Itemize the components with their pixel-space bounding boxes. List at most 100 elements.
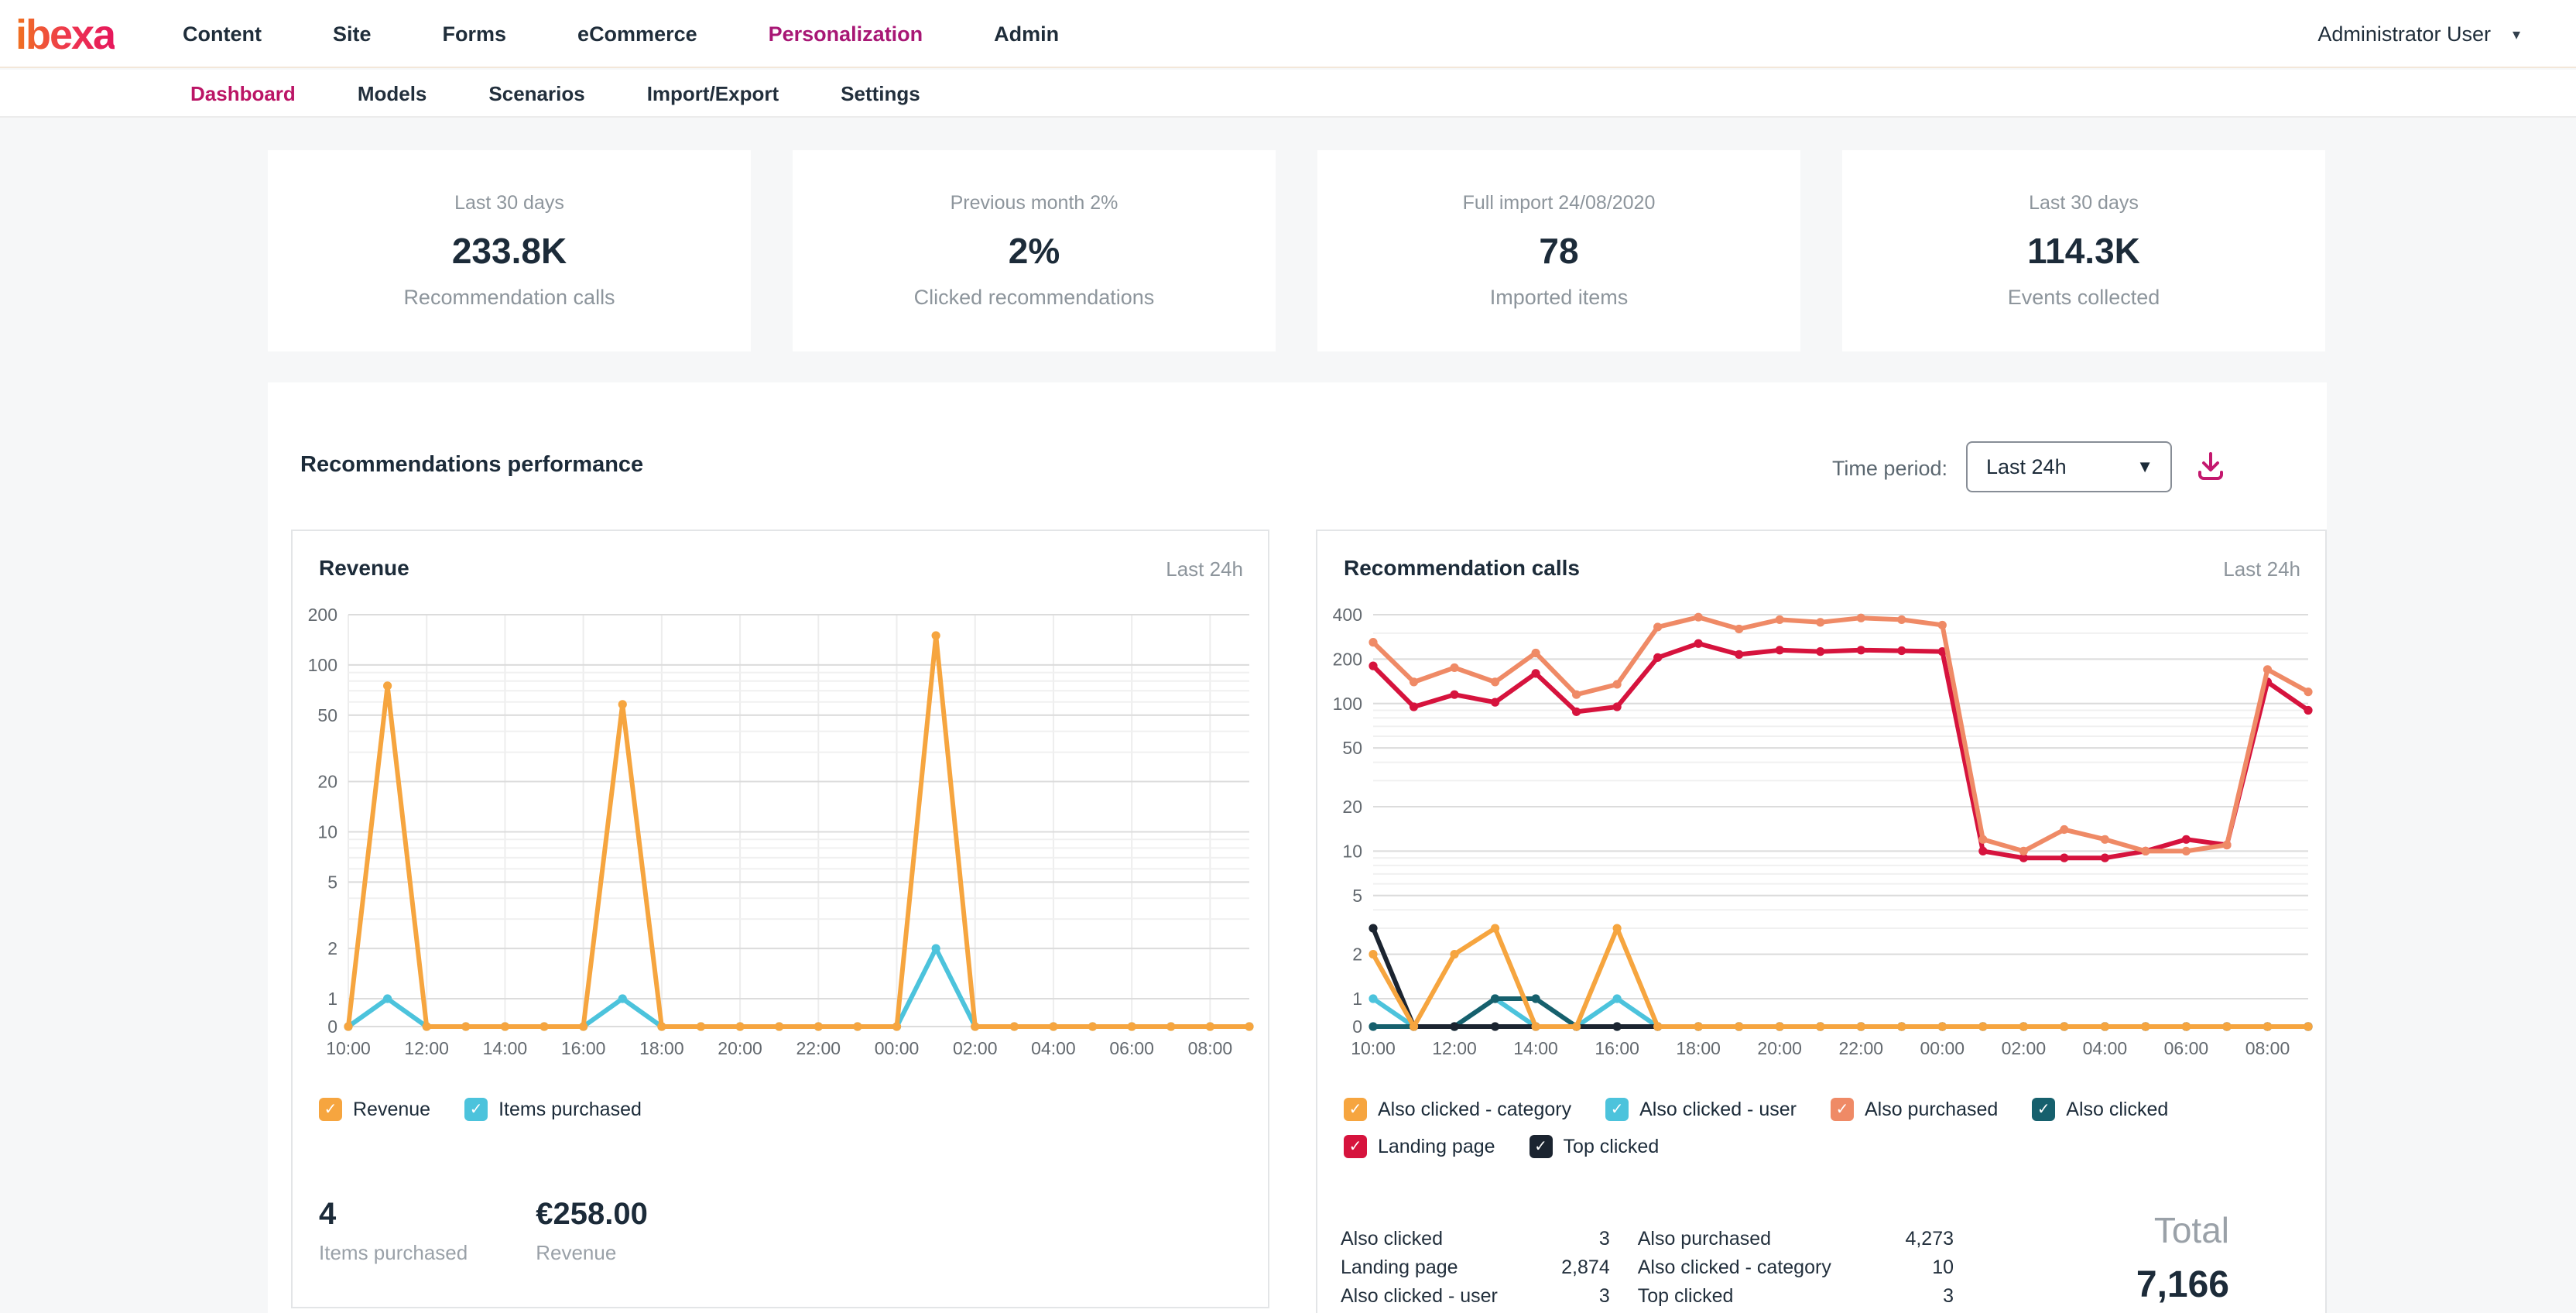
stat-card-imported-items: Full import 24/08/2020 78 Imported items: [1317, 150, 1800, 351]
tab-dashboard[interactable]: Dashboard: [190, 82, 296, 106]
table-row: Also clicked 3 Also purchased 4,273: [1341, 1225, 1975, 1253]
svg-text:14:00: 14:00: [1513, 1038, 1558, 1058]
nav-ecommerce[interactable]: eCommerce: [577, 22, 697, 46]
legend-revenue[interactable]: ✓ Revenue: [319, 1098, 430, 1121]
stat-metric-label: Imported items: [1490, 286, 1629, 310]
calls-total: Total 7,166: [2136, 1209, 2229, 1306]
svg-text:100: 100: [308, 655, 337, 675]
chart-period: Last 24h: [1166, 557, 1243, 581]
svg-text:18:00: 18:00: [639, 1038, 684, 1058]
revenue-line-chart: 200100502010521010:0012:0014:0016:0018:0…: [293, 599, 1271, 1079]
svg-text:0: 0: [1352, 1016, 1362, 1037]
nav-site[interactable]: Site: [333, 22, 372, 46]
stat-card-clicked-recommendations: Previous month 2% 2% Clicked recommendat…: [793, 150, 1276, 351]
svg-text:06:00: 06:00: [1109, 1038, 1154, 1058]
checkbox-checked-icon[interactable]: ✓: [1605, 1098, 1629, 1121]
stat-period-label: Full import 24/08/2020: [1463, 192, 1656, 214]
revenue-stat: €258.00 Revenue: [536, 1197, 648, 1265]
section-title: Recommendations performance: [300, 452, 643, 478]
svg-text:04:00: 04:00: [2083, 1038, 2128, 1058]
user-menu[interactable]: Administrator User ▾: [2317, 0, 2520, 68]
checkbox-checked-icon[interactable]: ✓: [319, 1098, 342, 1121]
svg-text:14:00: 14:00: [483, 1038, 528, 1058]
stat-metric-label: Events collected: [2008, 286, 2160, 310]
svg-text:22:00: 22:00: [1838, 1038, 1883, 1058]
tab-settings[interactable]: Settings: [841, 82, 920, 106]
checkbox-checked-icon[interactable]: ✓: [464, 1098, 488, 1121]
table-row: Also clicked - user 3 Top clicked 3: [1341, 1282, 1975, 1311]
svg-text:08:00: 08:00: [1188, 1038, 1233, 1058]
svg-text:12:00: 12:00: [404, 1038, 449, 1058]
recommendation-calls-chart-card: Recommendation calls Last 24h 4002001005…: [1316, 530, 2327, 1313]
tab-scenarios[interactable]: Scenarios: [488, 82, 584, 106]
svg-text:50: 50: [317, 705, 337, 725]
stat-period-label: Last 30 days: [454, 192, 564, 214]
legend-also-clicked[interactable]: ✓ Also clicked: [2032, 1098, 2168, 1121]
stat-card-events-collected: Last 30 days 114.3K Events collected: [1842, 150, 2325, 351]
svg-text:200: 200: [308, 605, 337, 625]
svg-text:08:00: 08:00: [2245, 1038, 2290, 1058]
svg-text:02:00: 02:00: [2002, 1038, 2047, 1058]
items-purchased-stat: 4 Items purchased: [319, 1197, 468, 1265]
svg-text:06:00: 06:00: [2164, 1038, 2209, 1058]
svg-text:12:00: 12:00: [1432, 1038, 1477, 1058]
checkbox-checked-icon[interactable]: ✓: [1344, 1098, 1367, 1121]
nav-content[interactable]: Content: [183, 22, 262, 46]
personalization-dashboard: ibexa Content Site Forms eCommerce Perso…: [0, 0, 2576, 1313]
svg-text:2: 2: [327, 938, 337, 958]
legend-landing-page[interactable]: ✓ Landing page: [1344, 1135, 1495, 1158]
svg-text:1: 1: [327, 989, 337, 1009]
calls-summary-table: Also clicked 3 Also purchased 4,273 Land…: [1341, 1225, 1975, 1311]
stat-metric-label: Clicked recommendations: [914, 286, 1155, 310]
stat-metric-label: Recommendation calls: [403, 286, 615, 310]
legend-items-purchased[interactable]: ✓ Items purchased: [464, 1098, 642, 1121]
checkbox-checked-icon[interactable]: ✓: [2032, 1098, 2055, 1121]
legend-also-purchased[interactable]: ✓ Also purchased: [1831, 1098, 1998, 1121]
download-icon[interactable]: [2194, 449, 2228, 483]
chevron-down-icon: ▾: [2513, 25, 2520, 44]
svg-text:5: 5: [1352, 886, 1362, 906]
ibexa-logo[interactable]: ibexa: [15, 11, 115, 59]
chart-period: Last 24h: [2223, 557, 2300, 581]
recommendations-performance-panel: Recommendations performance Time period:…: [268, 382, 2327, 1313]
legend-also-clicked-user[interactable]: ✓ Also clicked - user: [1605, 1098, 1797, 1121]
nav-forms[interactable]: Forms: [443, 22, 507, 46]
svg-text:400: 400: [1333, 605, 1362, 625]
legend-also-clicked-category[interactable]: ✓ Also clicked - category: [1344, 1098, 1571, 1121]
calls-legend-row1: ✓ Also clicked - category ✓ Also clicked…: [1344, 1098, 2168, 1121]
stat-value: 2%: [1009, 230, 1060, 272]
svg-text:20: 20: [317, 772, 337, 792]
recommendation-calls-line-chart: 400200100502010521010:0012:0014:0016:001…: [1317, 599, 2328, 1079]
stat-value: 114.3K: [2027, 230, 2140, 272]
svg-text:20:00: 20:00: [1757, 1038, 1802, 1058]
svg-text:10:00: 10:00: [326, 1038, 371, 1058]
svg-text:04:00: 04:00: [1031, 1038, 1076, 1058]
top-header: ibexa Content Site Forms eCommerce Perso…: [0, 0, 2576, 68]
stat-cards-row: Last 30 days 233.8K Recommendation calls…: [268, 150, 2327, 351]
svg-text:10:00: 10:00: [1351, 1038, 1396, 1058]
checkbox-checked-icon[interactable]: ✓: [1530, 1135, 1553, 1158]
stat-period-label: Last 30 days: [2029, 192, 2139, 214]
revenue-legend: ✓ Revenue ✓ Items purchased: [319, 1098, 642, 1121]
svg-text:10: 10: [1342, 841, 1362, 861]
nav-personalization[interactable]: Personalization: [769, 22, 923, 46]
main-nav: Content Site Forms eCommerce Personaliza…: [183, 0, 1059, 68]
tab-import-export[interactable]: Import/Export: [647, 82, 779, 106]
svg-text:20:00: 20:00: [718, 1038, 762, 1058]
stat-value: 78: [1539, 230, 1578, 272]
stat-card-recommendation-calls: Last 30 days 233.8K Recommendation calls: [268, 150, 751, 351]
time-period-select[interactable]: Last 24h: [1966, 441, 2172, 492]
nav-admin[interactable]: Admin: [994, 22, 1059, 46]
revenue-stats: 4 Items purchased €258.00 Revenue: [319, 1197, 648, 1265]
checkbox-checked-icon[interactable]: ✓: [1344, 1135, 1367, 1158]
tab-models[interactable]: Models: [358, 82, 427, 106]
svg-text:22:00: 22:00: [796, 1038, 841, 1058]
svg-text:50: 50: [1342, 738, 1362, 758]
svg-text:00:00: 00:00: [875, 1038, 920, 1058]
svg-text:20: 20: [1342, 797, 1362, 817]
stat-period-label: Previous month 2%: [951, 192, 1118, 214]
legend-top-clicked[interactable]: ✓ Top clicked: [1530, 1135, 1660, 1158]
checkbox-checked-icon[interactable]: ✓: [1831, 1098, 1854, 1121]
revenue-chart-card: Revenue Last 24h 200100502010521010:0012…: [291, 530, 1269, 1308]
svg-text:0: 0: [327, 1016, 337, 1037]
